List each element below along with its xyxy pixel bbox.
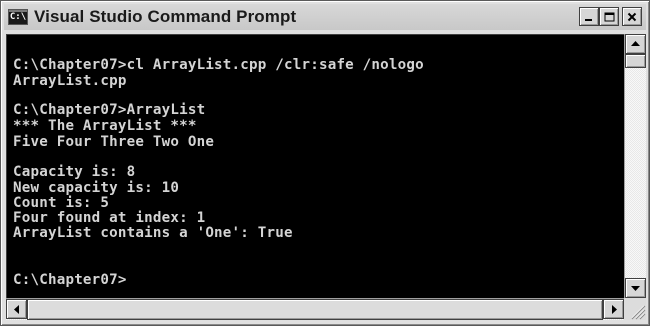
- console-line: Five Four Three Two One: [13, 134, 215, 150]
- console-line: ArrayList.cpp: [13, 73, 127, 89]
- resize-grip[interactable]: [624, 298, 646, 320]
- scroll-down-button[interactable]: [625, 278, 646, 298]
- horizontal-scroll-thumb[interactable]: [27, 299, 603, 320]
- console-line: C:\Chapter07>ArrayList: [13, 102, 206, 118]
- console-line: New capacity is: 10: [13, 180, 180, 196]
- scroll-left-button[interactable]: [6, 299, 27, 319]
- console-app-icon[interactable]: C:\: [8, 9, 28, 25]
- scroll-right-button[interactable]: [603, 299, 624, 319]
- resize-grip-icon: [631, 305, 646, 320]
- close-button[interactable]: [622, 7, 642, 26]
- console-line: *** The ArrayList ***: [13, 118, 197, 134]
- console-line: ArrayList contains a 'One': True: [13, 225, 293, 241]
- arrow-up-icon: [631, 41, 640, 46]
- close-icon: [627, 12, 637, 21]
- horizontal-scrollbar[interactable]: [6, 298, 624, 320]
- arrow-right-icon: [611, 304, 617, 314]
- title-bar[interactable]: C:\ Visual Studio Command Prompt: [4, 4, 646, 30]
- console-line: C:\Chapter07>cl ArrayList.cpp /clr:safe …: [13, 57, 424, 73]
- console-line: Four found at index: 1: [13, 210, 206, 226]
- arrow-left-icon: [13, 304, 19, 314]
- window-title: Visual Studio Command Prompt: [34, 7, 297, 26]
- arrow-down-icon: [631, 286, 640, 291]
- console-prompt-line: C:\Chapter07>: [13, 272, 127, 288]
- console-line: Capacity is: 8: [13, 164, 136, 180]
- window-controls: [579, 7, 642, 26]
- maximize-button[interactable]: [599, 7, 619, 26]
- scroll-up-button[interactable]: [625, 34, 646, 54]
- command-prompt-window: C:\ Visual Studio Command Prompt C:\Chap…: [0, 0, 650, 326]
- minimize-button[interactable]: [579, 7, 599, 26]
- vertical-scrollbar[interactable]: [624, 34, 646, 298]
- console-line: Count is: 5: [13, 195, 110, 211]
- console-output[interactable]: C:\Chapter07>cl ArrayList.cpp /clr:safe …: [6, 34, 624, 298]
- maximize-icon: [604, 12, 614, 21]
- minimize-icon: [585, 18, 592, 21]
- vertical-scroll-thumb[interactable]: [625, 54, 646, 68]
